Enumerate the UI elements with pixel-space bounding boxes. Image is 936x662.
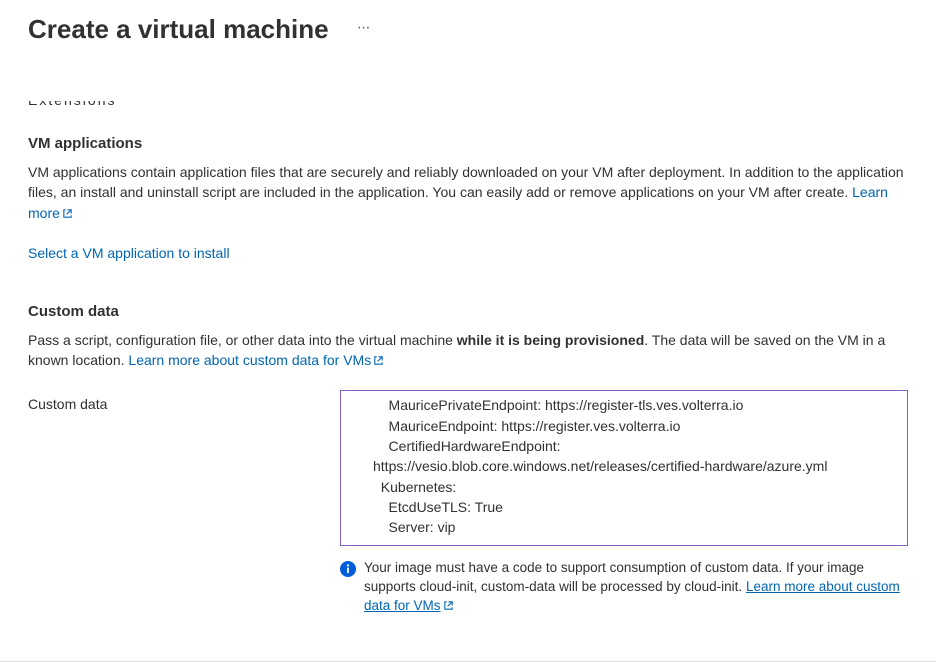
page-title: Create a virtual machine [28,14,329,45]
info-icon [340,561,356,577]
custom-data-description: Pass a script, configuration file, or ot… [28,330,908,371]
vm-apps-desc-text: VM applications contain application file… [28,164,904,200]
custom-data-field-control: Your image must have a code to support c… [340,390,908,616]
custom-data-learn-more-link[interactable]: Learn more about custom data for VMs [128,352,384,368]
more-icon[interactable]: ··· [357,19,370,41]
page-header: Create a virtual machine ··· [0,0,936,53]
external-link-icon [373,355,384,366]
vm-applications-description: VM applications contain application file… [28,162,908,223]
prev-section-cut: Extensions [28,101,908,109]
custom-data-heading: Custom data [28,303,908,320]
custom-data-info-text: Your image must have a code to support c… [364,559,908,616]
select-vm-application-link[interactable]: Select a VM application to install [28,245,230,261]
vm-applications-heading: VM applications [28,135,908,152]
custom-data-field-label: Custom data [28,390,340,412]
custom-data-info: Your image must have a code to support c… [340,559,908,616]
content-area: Extensions VM applications VM applicatio… [0,101,936,616]
custom-data-textarea[interactable] [340,390,908,546]
external-link-icon [443,600,454,611]
external-link-icon [62,208,73,219]
custom-data-desc-pre: Pass a script, configuration file, or ot… [28,332,457,348]
custom-data-field-row: Custom data Your image must have a code … [28,390,908,616]
custom-data-desc-bold: while it is being provisioned [457,332,644,348]
